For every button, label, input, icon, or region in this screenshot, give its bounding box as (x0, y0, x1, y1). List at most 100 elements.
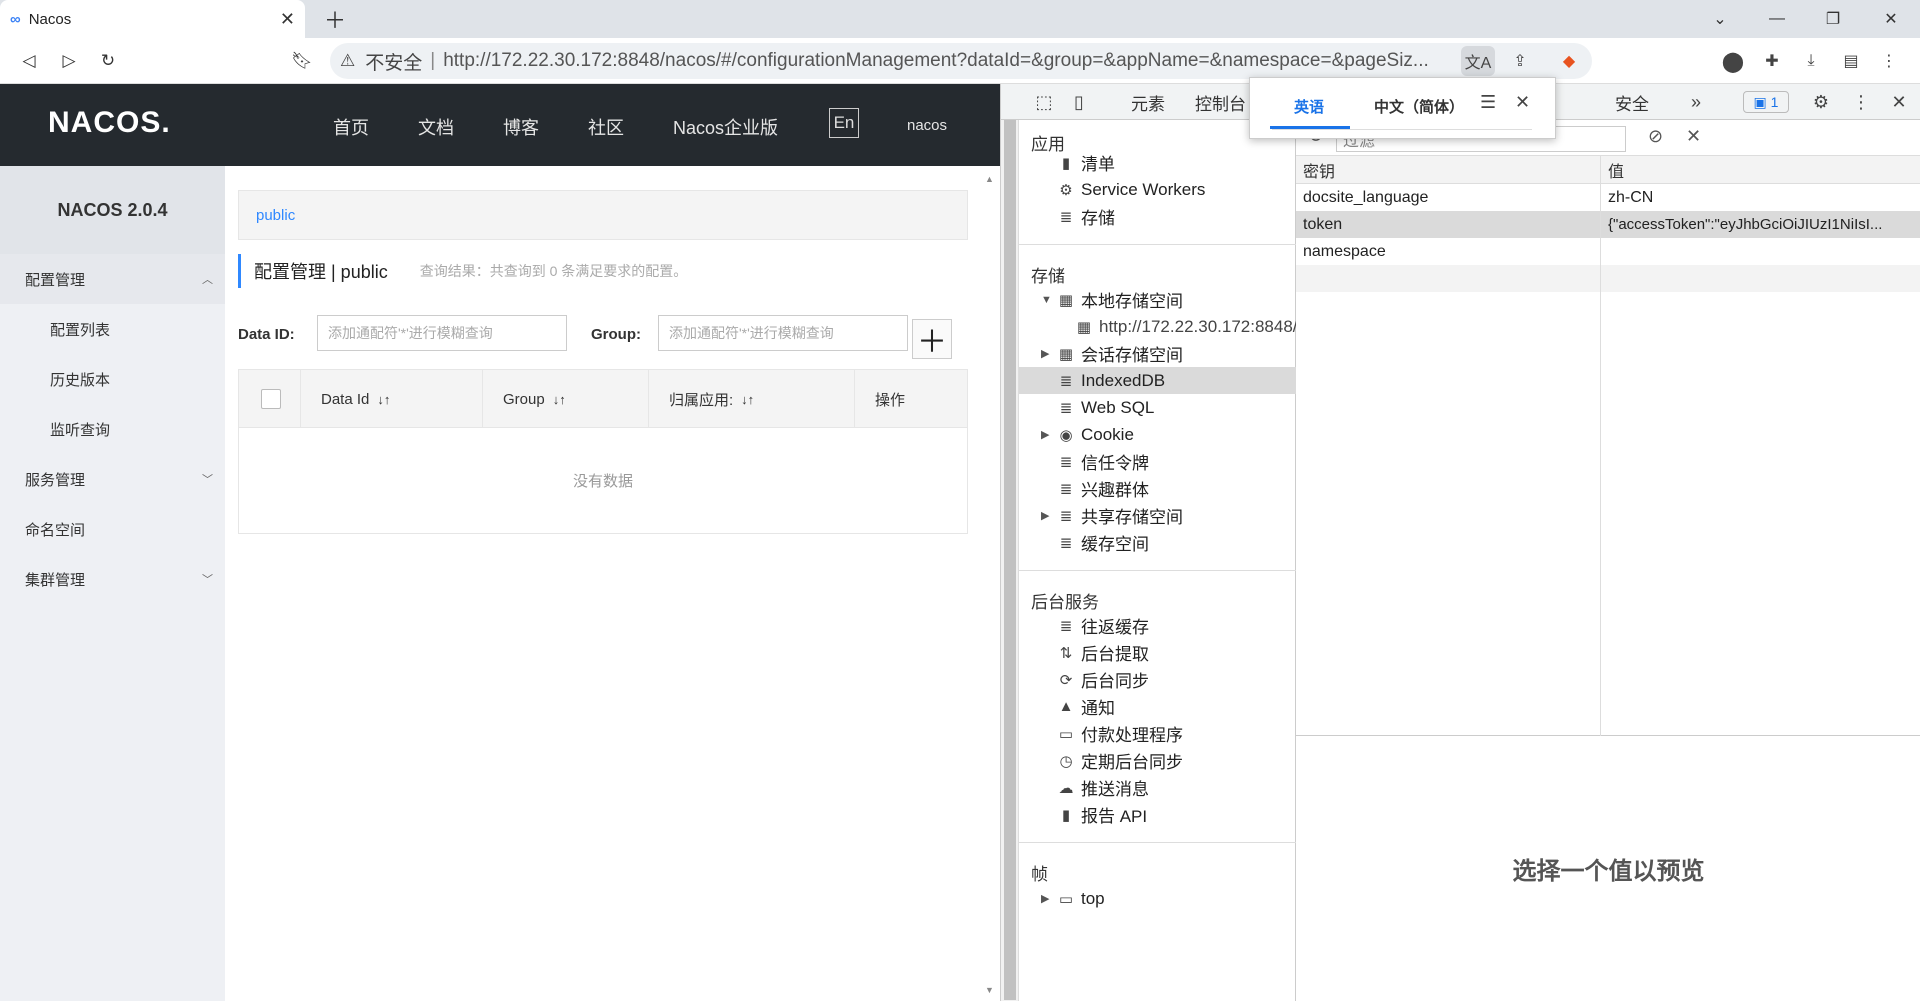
close-translate-icon[interactable]: ✕ (1515, 92, 1530, 113)
table-row[interactable]: namespace (1296, 238, 1920, 265)
browser-tab[interactable]: ∞ Nacos ✕ (0, 0, 305, 38)
data-id-input[interactable]: 添加通配符'*'进行模糊查询 (317, 315, 567, 351)
sort-icon[interactable]: ↓↑ (377, 392, 390, 407)
nav-docs[interactable]: 文档 (418, 114, 454, 140)
page-scrollbar[interactable]: ▲ ▼ (980, 166, 1000, 1001)
translate-icon[interactable]: 文A (1461, 46, 1495, 76)
tree-item-web-sql[interactable]: ≣ Web SQL (1055, 394, 1155, 421)
user-name[interactable]: nacos (907, 117, 947, 134)
close-devtools-icon[interactable]: ✕ (1884, 84, 1914, 120)
sidebar-item-config-management[interactable]: 配置管理 ︿ (0, 254, 225, 304)
tree-item-push-messaging[interactable]: ☁ 推送消息 (1055, 774, 1150, 801)
tree-item-top-frame[interactable]: ▶ ▭ top (1041, 885, 1105, 912)
tree-item-indexeddb[interactable]: ≣ IndexedDB (1055, 367, 1165, 394)
namespace-breadcrumb[interactable]: public (238, 190, 968, 240)
expanded-triangle-icon[interactable]: ▼ (1041, 294, 1052, 306)
collapsed-triangle-icon[interactable]: ▶ (1041, 892, 1049, 905)
inspect-element-icon[interactable]: ⬚ (1029, 84, 1059, 120)
clock-icon: ◷ (1059, 752, 1073, 770)
add-config-button[interactable]: ＋ (912, 319, 952, 359)
tree-item-reporting-api[interactable]: ▮ 报告 API (1055, 801, 1147, 828)
download-icon[interactable]: ⤓ (1794, 46, 1828, 76)
collapsed-triangle-icon[interactable]: ▶ (1041, 428, 1049, 441)
tree-item-periodic-sync[interactable]: ◷ 定期后台同步 (1055, 747, 1183, 774)
tree-item-notifications[interactable]: ▲ 通知 (1055, 693, 1115, 720)
sidebar-item-cluster-management[interactable]: 集群管理 ﹀ (0, 554, 225, 604)
browser-menu-icon[interactable]: ⋮ (1872, 46, 1906, 76)
value-column-header[interactable]: 值 (1601, 156, 1920, 183)
share-icon[interactable]: ⇪ (1503, 46, 1537, 76)
column-data-id[interactable]: Data Id ↓↑ (301, 370, 483, 428)
column-divider[interactable] (1600, 156, 1601, 736)
nav-home[interactable]: 首页 (333, 114, 369, 140)
nav-community[interactable]: 社区 (588, 114, 624, 140)
tree-item-manifest[interactable]: ▮ 清单 (1055, 149, 1115, 176)
tree-item-session-storage[interactable]: ▶ ▦ 会话存储空间 (1041, 340, 1183, 367)
translate-tab-chinese[interactable]: 中文（简体） (1374, 96, 1464, 117)
tree-item-background-sync[interactable]: ⟳ 后台同步 (1055, 666, 1149, 693)
tree-item-cache-storage[interactable]: ≣ 缓存空间 (1055, 529, 1149, 556)
extensions-icon[interactable]: ✚ (1755, 46, 1789, 76)
issues-badge[interactable]: ▣ 1 (1743, 91, 1789, 113)
settings-icon[interactable]: ⚙ (1806, 84, 1836, 120)
language-toggle[interactable]: En (829, 108, 859, 138)
tab-console[interactable]: 控制台 (1195, 84, 1246, 120)
column-app[interactable]: 归属应用: ↓↑ (649, 370, 855, 428)
translate-tab-english[interactable]: 英语 (1294, 96, 1324, 117)
tree-item-service-workers[interactable]: ⚙ Service Workers (1055, 176, 1205, 203)
sort-icon[interactable]: ↓↑ (741, 392, 754, 407)
sidebar-item-listener-query[interactable]: 监听查询 (0, 404, 225, 454)
nav-enterprise[interactable]: Nacos企业版 (673, 114, 778, 140)
brave-shield-icon[interactable]: ◆ (1552, 46, 1586, 76)
sidebar-item-service-management[interactable]: 服务管理 ﹀ (0, 454, 225, 504)
close-tab-icon[interactable]: ✕ (280, 9, 295, 30)
close-window-icon[interactable]: ✕ (1866, 0, 1916, 38)
clear-all-icon[interactable]: ⊘ (1648, 126, 1663, 147)
nacos-main: public 配置管理 | public 查询结果：共查询到 0 条满足要求的配… (225, 166, 1000, 1001)
tab-search-icon[interactable]: ⌄ (1695, 0, 1745, 38)
back-icon[interactable]: ◁ (14, 46, 44, 76)
table-row[interactable]: docsite_language zh-CN (1296, 184, 1920, 211)
more-tabs-icon[interactable]: » (1681, 84, 1711, 120)
collapsed-triangle-icon[interactable]: ▶ (1041, 509, 1049, 522)
tab-elements[interactable]: 元素 (1131, 84, 1165, 120)
frame-icon: ▭ (1058, 890, 1074, 908)
forward-icon[interactable]: ▷ (54, 46, 84, 76)
tree-item-payment-handler[interactable]: ▭ 付款处理程序 (1055, 720, 1183, 747)
group-input[interactable]: 添加通配符'*'进行模糊查询 (658, 315, 908, 351)
column-group[interactable]: Group ↓↑ (483, 370, 649, 428)
tree-item-background-fetch[interactable]: ⇅ 后台提取 (1055, 639, 1149, 666)
tree-item-trust-tokens[interactable]: ≣ 信任令牌 (1055, 448, 1149, 475)
tree-item-bfcache[interactable]: ≣ 往返缓存 (1055, 612, 1149, 639)
nacos-logo[interactable]: NACOS. (48, 106, 171, 140)
tree-item-local-storage-origin[interactable]: ▦ http://172.22.30.172:8848/ (1073, 313, 1298, 340)
tree-item-storage[interactable]: ≣ 存储 (1055, 203, 1115, 230)
tree-item-local-storage[interactable]: ▼ ▦ 本地存储空间 (1041, 286, 1183, 313)
tree-item-cookie[interactable]: ▶ ◉ Cookie (1041, 421, 1134, 448)
address-bar[interactable]: ⚠ 不安全 | http://172.22.30.172:8848/nacos/… (330, 43, 1592, 79)
key-column-header[interactable]: 密钥 (1296, 156, 1600, 183)
nav-blog[interactable]: 博客 (503, 114, 539, 140)
collapsed-triangle-icon[interactable]: ▶ (1041, 347, 1049, 360)
tab-security[interactable]: 安全 (1615, 84, 1649, 120)
select-all-checkbox[interactable] (261, 389, 281, 409)
sidebar-item-history[interactable]: 历史版本 (0, 354, 225, 404)
extension-record-icon[interactable]: ⬤ (1716, 46, 1750, 76)
tree-item-interest-groups[interactable]: ≣ 兴趣群体 (1055, 475, 1149, 502)
sort-icon[interactable]: ↓↑ (553, 392, 566, 407)
new-tab-icon[interactable]: ＋ (310, 0, 360, 38)
bookmark-icon[interactable]: 🔖︎ (287, 46, 317, 76)
delete-selected-icon[interactable]: ✕ (1686, 126, 1701, 147)
table-row[interactable]: token {"accessToken":"eyJhbGciOiJIUzI1Ni… (1296, 211, 1920, 238)
tree-item-shared-storage[interactable]: ▶ ≣ 共享存储空间 (1041, 502, 1183, 529)
sidebar-toggle-icon[interactable]: ▤ (1834, 46, 1868, 76)
devtools-scrollbar[interactable] (1001, 120, 1019, 1001)
sidebar-item-namespace[interactable]: 命名空间 (0, 504, 225, 554)
sidebar-item-config-list[interactable]: 配置列表 (0, 304, 225, 354)
devtools-menu-icon[interactable]: ⋮ (1846, 84, 1876, 120)
restore-icon[interactable]: ❐ (1808, 0, 1858, 38)
reload-icon[interactable]: ↻ (93, 46, 123, 76)
translate-options-icon[interactable]: ☰ (1480, 92, 1496, 113)
minimize-icon[interactable]: — (1752, 0, 1802, 38)
device-toolbar-icon[interactable]: ▯ (1064, 84, 1094, 120)
